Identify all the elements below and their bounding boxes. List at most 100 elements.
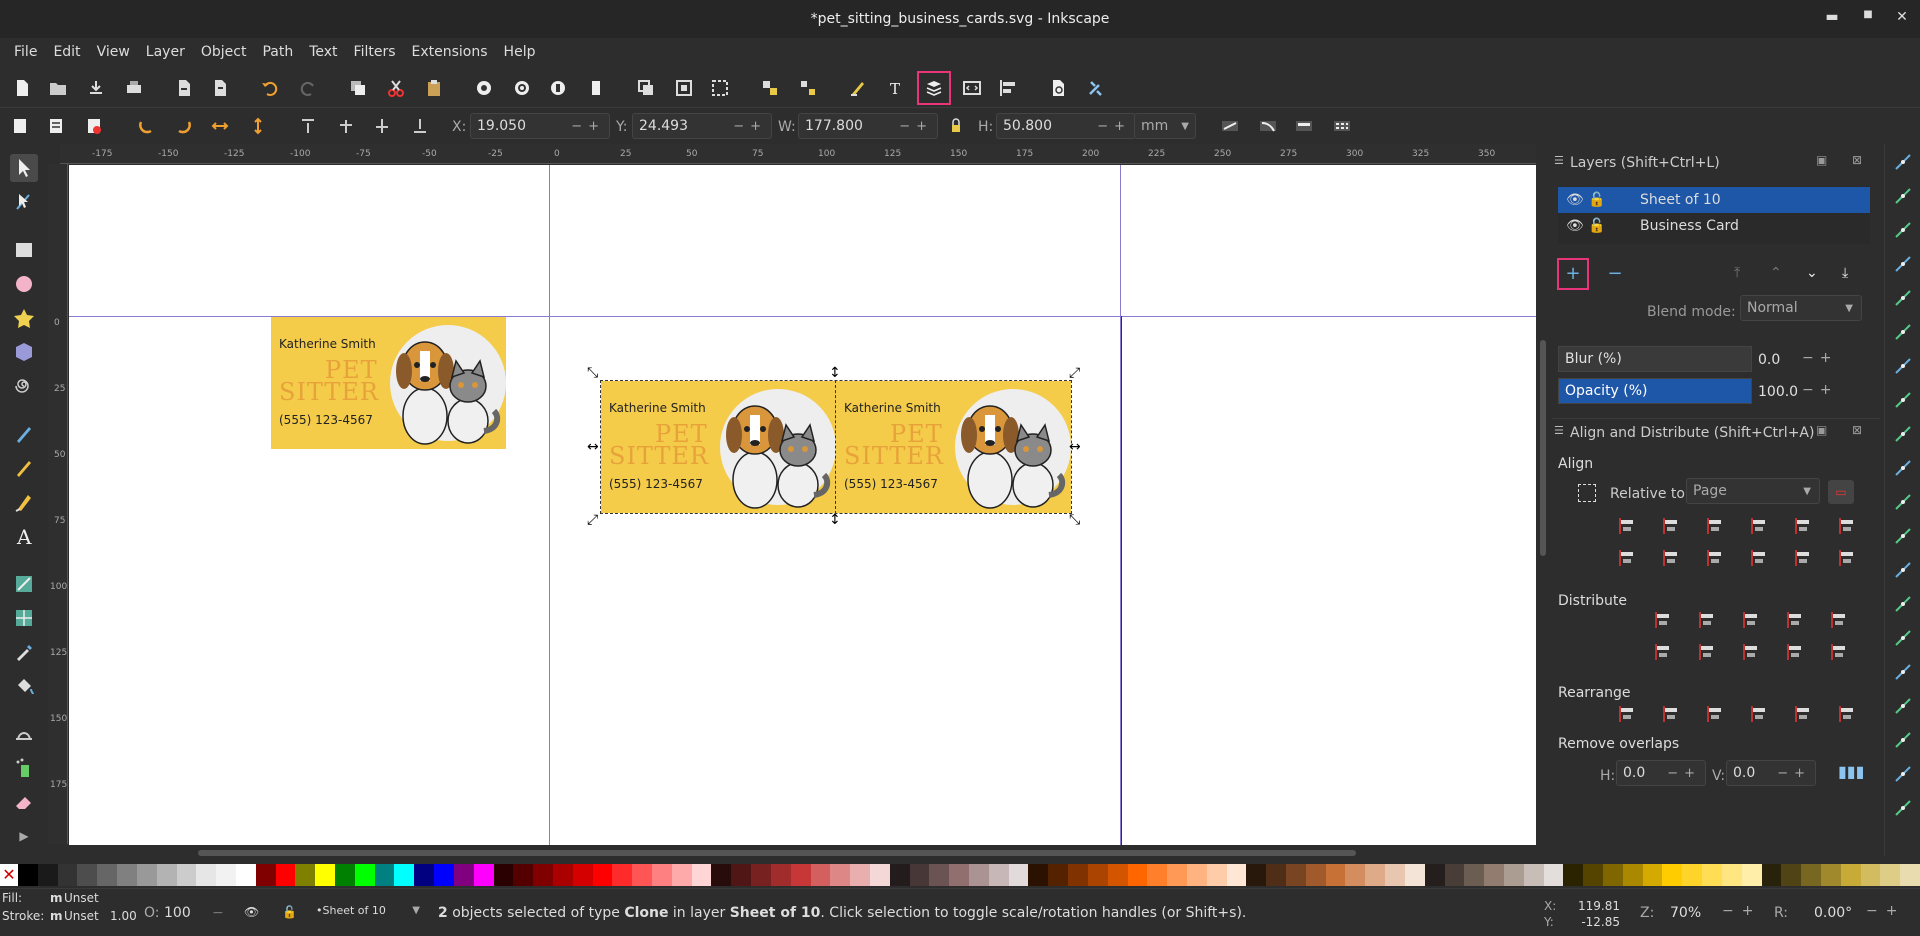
3d-box-tool-icon[interactable] [10, 338, 38, 366]
color-swatch[interactable] [1385, 864, 1405, 886]
lock-ratio-icon[interactable] [944, 114, 968, 138]
select-all-layers-icon[interactable] [44, 114, 68, 138]
color-swatch[interactable] [97, 864, 118, 886]
snap-toggle-icon[interactable] [1893, 322, 1913, 342]
opacity-value[interactable]: 100.0 [1758, 384, 1798, 400]
menu-file[interactable]: File [6, 38, 45, 66]
color-swatch[interactable] [374, 864, 395, 886]
clone-icon[interactable] [672, 76, 696, 100]
toggle-lock-icon[interactable]: 🔓 [282, 905, 297, 919]
scale-handle-icon[interactable]: ⤢ [587, 513, 598, 527]
current-layer-select[interactable]: •Sheet of 10 ▼ [308, 897, 428, 923]
color-swatch[interactable] [969, 864, 989, 886]
color-swatch[interactable] [1087, 864, 1108, 886]
color-swatch[interactable] [315, 864, 335, 886]
lock-icon[interactable]: 🔓 [1588, 192, 1614, 208]
rotate-cw-icon[interactable] [172, 114, 196, 138]
color-swatch[interactable] [57, 864, 78, 886]
blur-value[interactable]: 0.0 [1758, 352, 1780, 368]
color-swatch[interactable] [453, 864, 474, 886]
raise-icon[interactable] [334, 114, 358, 138]
blur-slider[interactable]: Blur (%) [1558, 346, 1752, 372]
snap-toggle-icon[interactable] [1893, 356, 1913, 376]
color-swatch[interactable] [790, 864, 811, 886]
mesh-tool-icon[interactable] [10, 604, 38, 632]
rearrange-button-icon[interactable] [1838, 704, 1858, 724]
align-button-icon[interactable] [1750, 516, 1770, 536]
zoom-page-width-icon[interactable] [584, 76, 608, 100]
overlap-v-field[interactable]: 0.0 −+ [1726, 760, 1816, 786]
color-swatch[interactable] [295, 864, 316, 886]
distribute-button-icon[interactable] [1742, 642, 1762, 662]
rearrange-button-icon[interactable] [1662, 704, 1682, 724]
rotation-stepper[interactable]: −+ [1866, 903, 1905, 919]
distribute-button-icon[interactable] [1830, 610, 1850, 630]
lock-icon[interactable]: 🔓 [1588, 218, 1614, 234]
panel-iconify-icon[interactable]: ▣ [1816, 423, 1827, 437]
no-paint-swatch[interactable]: ✕ [0, 864, 18, 886]
color-swatch[interactable] [552, 864, 573, 886]
align-button-icon[interactable] [1838, 548, 1858, 568]
canvas[interactable]: Katherine Smith PET SITTER (555) 123-456… [69, 165, 1536, 845]
distribute-button-icon[interactable] [1698, 642, 1718, 662]
color-swatch[interactable] [592, 864, 613, 886]
zoom-page-icon[interactable] [546, 76, 570, 100]
preferences-icon[interactable] [1084, 76, 1108, 100]
snap-toggle-icon[interactable] [1893, 628, 1913, 648]
deselect-icon[interactable] [82, 114, 106, 138]
spray-tool-icon[interactable] [10, 754, 38, 782]
horizontal-scrollbar[interactable] [198, 850, 1356, 856]
opacity-field[interactable]: 100 [164, 905, 191, 921]
color-swatch[interactable] [830, 864, 851, 886]
color-swatch[interactable] [1761, 864, 1782, 886]
spiral-tool-icon[interactable] [10, 372, 38, 400]
selector-tool-icon[interactable] [10, 154, 38, 182]
w-stepper[interactable]: −+ [899, 119, 933, 134]
stroke-indicator[interactable]: Unset [64, 909, 99, 923]
scale-handle-icon[interactable]: ↕ [829, 513, 841, 527]
color-swatch[interactable] [196, 864, 217, 886]
undo-icon[interactable] [258, 76, 282, 100]
rearrange-button-icon[interactable] [1750, 704, 1770, 724]
color-swatch[interactable] [988, 864, 1009, 886]
treat-as-group-icon[interactable] [1578, 484, 1596, 502]
close-button[interactable]: ✕ [1892, 9, 1912, 29]
align-button-icon[interactable] [1618, 548, 1638, 568]
color-swatch[interactable] [1603, 864, 1623, 886]
color-swatch[interactable] [216, 864, 236, 886]
color-swatch[interactable] [1266, 864, 1286, 886]
color-swatch[interactable] [117, 864, 137, 886]
color-swatch[interactable] [869, 864, 890, 886]
cut-icon[interactable] [384, 76, 408, 100]
layer-row-sheet-of-10[interactable]: 👁 🔓 Sheet of 10 [1558, 187, 1870, 213]
rearrange-button-icon[interactable] [1794, 704, 1814, 724]
relative-to-select[interactable]: Page ▼ [1686, 478, 1820, 504]
color-swatch[interactable] [1325, 864, 1346, 886]
xml-editor-icon[interactable] [960, 76, 984, 100]
color-swatch[interactable] [235, 864, 256, 886]
color-swatch[interactable] [354, 864, 375, 886]
distribute-button-icon[interactable] [1654, 610, 1674, 630]
align-button-icon[interactable] [1794, 516, 1814, 536]
color-swatch[interactable] [1642, 864, 1663, 886]
snap-toggle-icon[interactable] [1893, 390, 1913, 410]
color-swatch[interactable] [1583, 864, 1603, 886]
snap-toggle-icon[interactable] [1893, 254, 1913, 274]
import-icon[interactable] [172, 76, 196, 100]
w-field[interactable]: 177.800 −+ [798, 113, 938, 139]
calligraphy-tool-icon[interactable] [10, 488, 38, 516]
scale-handle-icon[interactable]: ⤢ [1069, 366, 1080, 380]
color-swatch[interactable] [1424, 864, 1445, 886]
color-swatch[interactable] [1484, 864, 1504, 886]
minimize-button[interactable]: ▬ [1822, 9, 1842, 29]
distribute-button-icon[interactable] [1786, 610, 1806, 630]
toggle-visibility-icon[interactable]: 👁 [244, 905, 259, 919]
scale-handle-icon[interactable]: ↔ [1069, 440, 1081, 454]
color-swatch[interactable] [513, 864, 534, 886]
open-file-icon[interactable] [46, 76, 70, 100]
raise-to-top-icon[interactable] [296, 114, 320, 138]
gradient-tool-icon[interactable] [10, 570, 38, 598]
fill-indicator[interactable]: Unset [64, 891, 99, 905]
snap-toggle-icon[interactable] [1893, 662, 1913, 682]
color-swatch[interactable] [1781, 864, 1802, 886]
